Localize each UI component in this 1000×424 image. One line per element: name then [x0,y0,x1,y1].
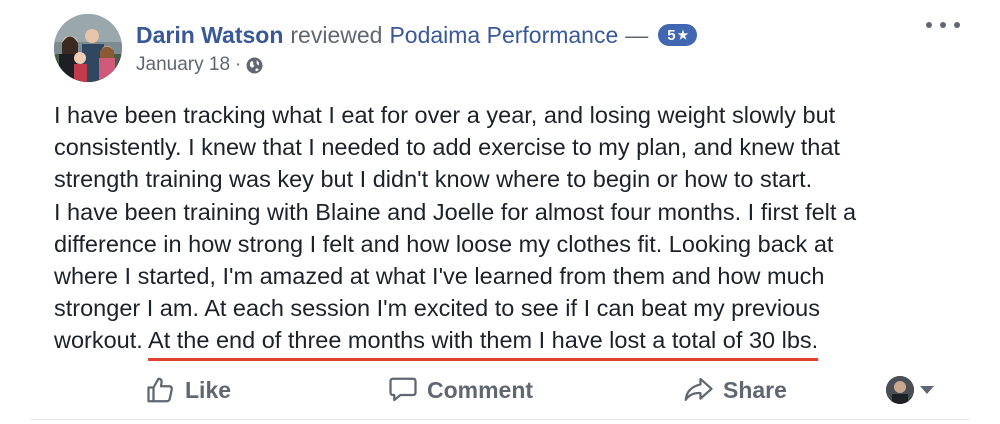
bottom-divider [30,419,970,420]
rating-value: 5 [667,26,676,44]
review-line-last: workout. At the end of three months with… [54,324,934,356]
viewer-avatar [886,376,914,404]
comment-label: Comment [427,376,534,403]
meta-separator: · [235,54,242,75]
page-name-link[interactable]: Podaima Performance [389,22,618,49]
header-dash: — [625,21,649,48]
post-header: Darin Watson reviewed Podaima Performanc… [136,18,698,52]
share-arrow-icon [684,377,713,401]
speech-bubble-icon [389,377,417,402]
ellipsis-icon [926,22,932,28]
review-post: Darin Watson reviewed Podaima Performanc… [0,0,1000,424]
review-line: strength training was key but I didn't k… [54,166,813,193]
review-line-start: workout. [54,327,149,354]
share-button[interactable]: Share [682,365,787,415]
author-avatar[interactable] [54,14,122,82]
highlighted-sentence: At the end of three months with them I h… [148,327,819,354]
author-name-link[interactable]: Darin Watson [136,22,283,49]
review-line: consistently. I knew that I needed to ad… [54,134,840,161]
more-options-button[interactable] [926,14,960,36]
chevron-down-icon [920,386,934,394]
like-button[interactable]: Like [146,365,231,415]
review-line: difference in how strong I felt and how … [54,230,834,257]
like-label: Like [185,376,232,403]
review-line: I have been training with Blaine and Joe… [54,198,857,225]
share-label: Share [723,376,787,403]
action-verb: reviewed [290,21,383,48]
post-date-link[interactable]: January 18 [136,54,230,76]
review-line: where I started, I'm amazed at what I've… [54,263,825,290]
star-icon: ★ [677,28,689,42]
review-text: I have been tracking what I eat for over… [54,99,934,357]
post-meta: January 18 · [136,51,263,79]
post-as-selector[interactable] [886,375,934,405]
action-bar: Like Comment Share [54,365,954,417]
review-line: I have been tracking what I eat for over… [54,102,836,128]
comment-button[interactable]: Comment [388,365,533,415]
review-line: stronger I am. At each session I'm excit… [54,295,820,322]
thumbs-up-icon [147,377,173,403]
globe-icon[interactable] [246,57,263,74]
rating-badge: 5 ★ [658,24,698,46]
